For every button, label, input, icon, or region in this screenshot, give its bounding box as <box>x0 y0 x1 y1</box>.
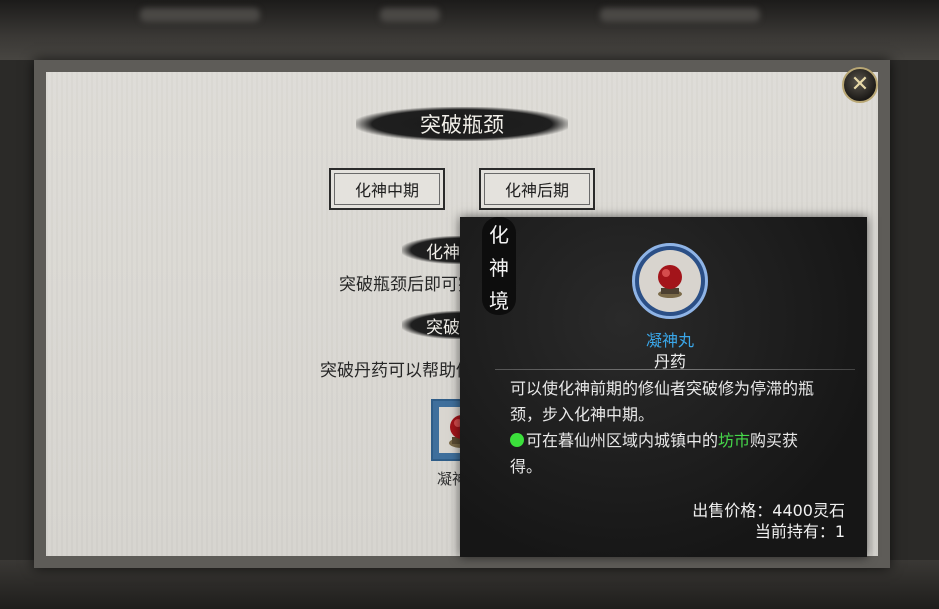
background-scene-top <box>0 0 939 60</box>
tooltip-description: 可以使化神前期的修仙者突破修为停滞的瓶颈，步入化神中期。 <box>510 379 815 424</box>
tooltip-source-prefix: 可在暮仙州区域内城镇中的 <box>526 431 719 450</box>
dialog-title: 突破瓶颈 <box>356 107 568 141</box>
tooltip-item-icon-bg <box>639 250 701 312</box>
background-blur <box>140 8 260 22</box>
tooltip-divider <box>495 369 855 370</box>
tooltip-item-icon <box>632 243 708 319</box>
realm-tag-char: 神 <box>489 255 509 280</box>
realm-tag-char: 境 <box>489 288 509 313</box>
tab-stage-middle[interactable]: 化神中期 <box>329 168 445 210</box>
close-button[interactable]: ✕ <box>842 67 878 103</box>
market-link[interactable]: 坊市 <box>718 431 750 450</box>
tooltip-source: 可在暮仙州区域内城镇中的坊市购买获得。 <box>510 428 830 480</box>
status-dot-icon <box>510 433 524 447</box>
realm-tag-char: 化 <box>489 222 509 247</box>
red-orb-pill-icon <box>658 265 682 298</box>
close-icon[interactable]: ✕ <box>851 74 869 96</box>
tooltip-held-count: 当前持有：1 <box>754 522 845 541</box>
tab-stage-late[interactable]: 化神后期 <box>479 168 595 210</box>
background-blur <box>380 8 440 22</box>
realm-tag: 化 神 境 <box>482 217 516 315</box>
background-blur <box>600 8 760 22</box>
